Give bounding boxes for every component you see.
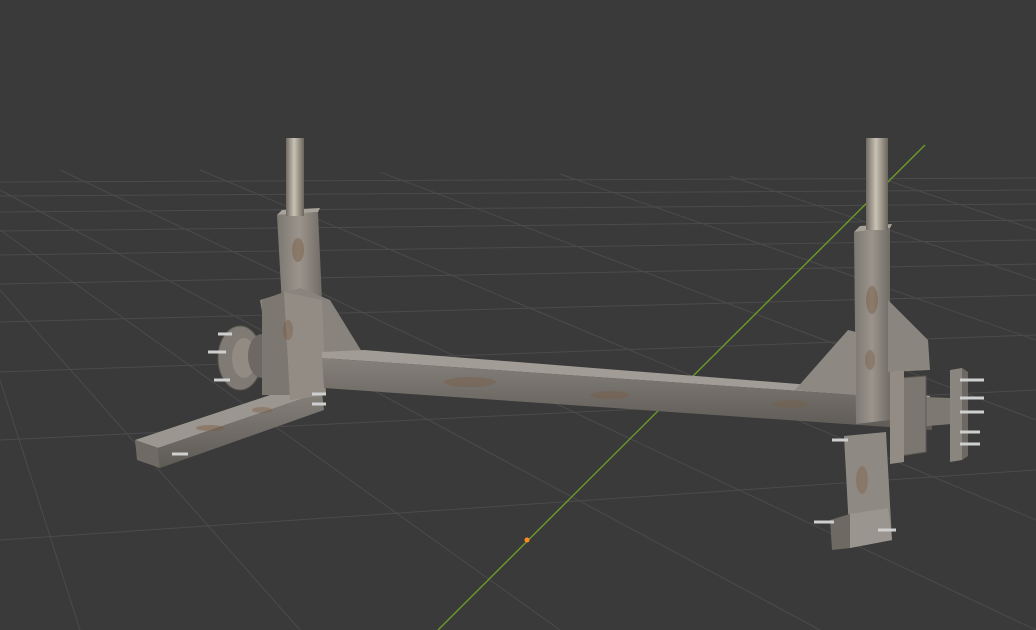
right-foot-beam[interactable]: [814, 432, 896, 550]
right-bracket-plates[interactable]: [890, 370, 927, 464]
3d-viewport[interactable]: [0, 0, 1036, 630]
right-wheel-hub[interactable]: [950, 368, 984, 462]
left-vertical-post[interactable]: [286, 138, 304, 216]
origin-marker: [524, 537, 530, 543]
viewport-scene[interactable]: [0, 0, 1036, 630]
axle-frame-model[interactable]: [135, 138, 984, 550]
right-vertical-post[interactable]: [866, 138, 888, 230]
